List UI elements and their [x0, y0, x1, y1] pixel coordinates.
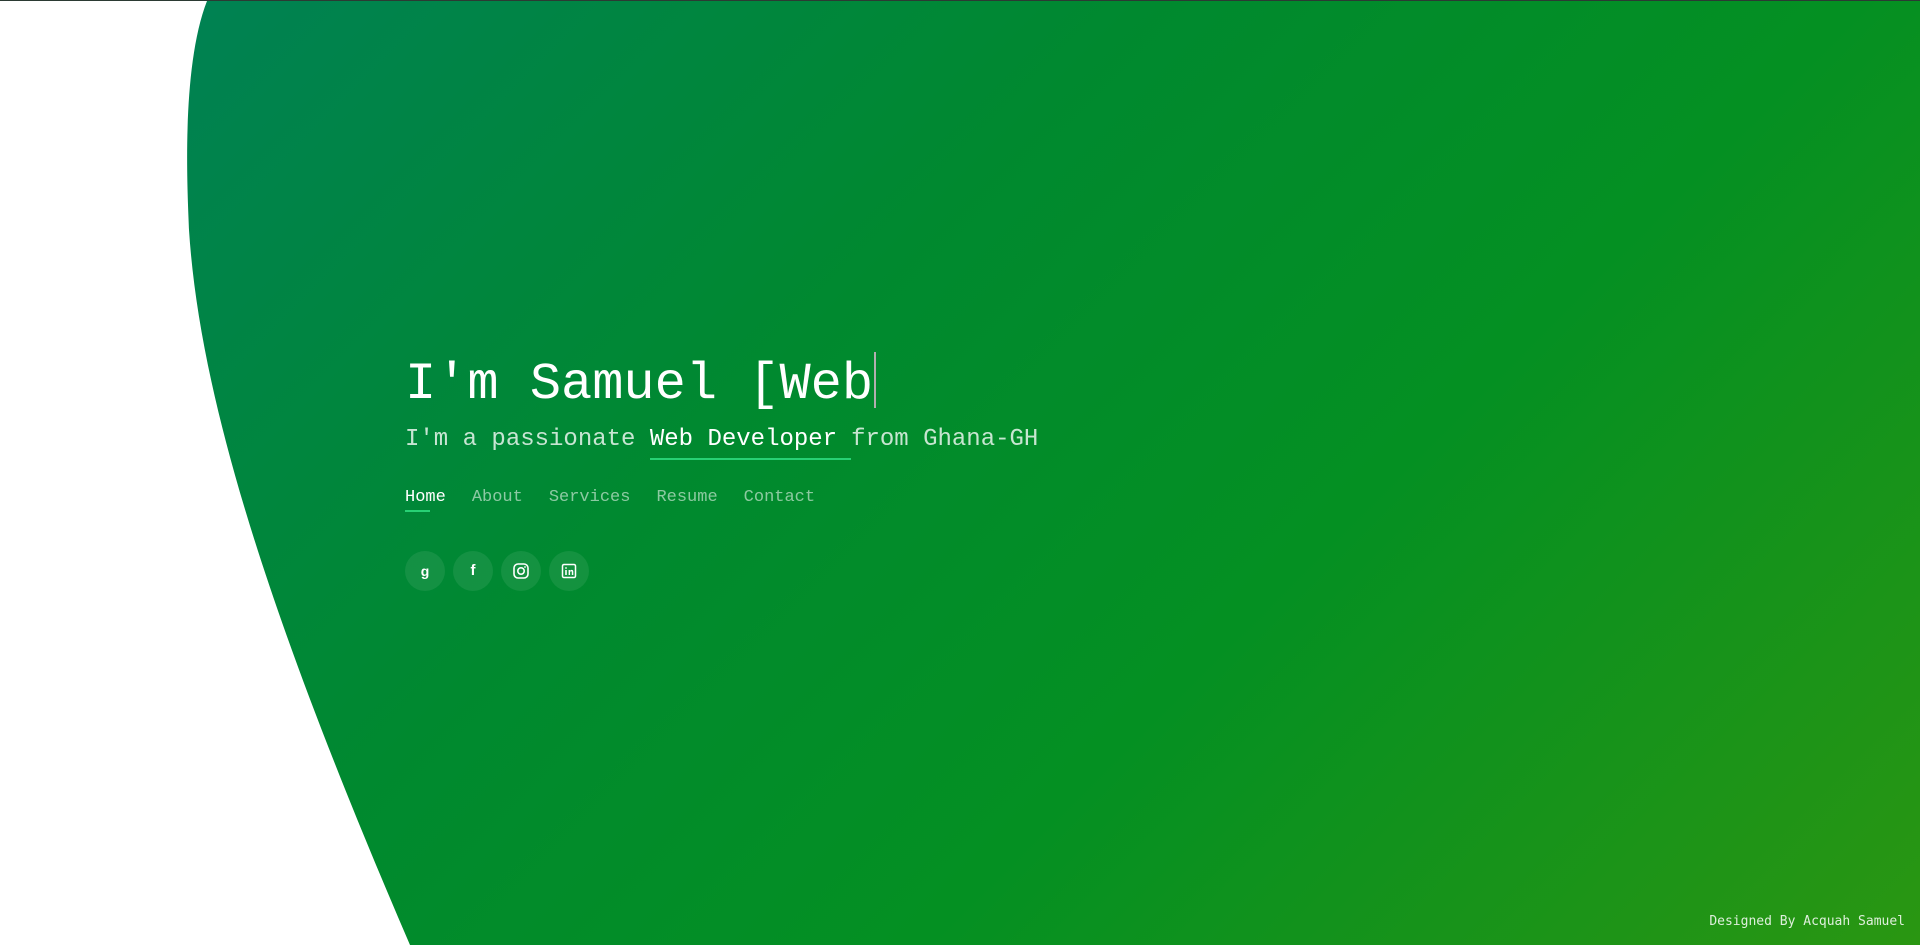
- nav-item-contact[interactable]: Contact: [744, 488, 815, 512]
- facebook-icon: f: [470, 562, 476, 579]
- facebook-button[interactable]: f: [453, 551, 493, 591]
- hero-headline-text: I'm Samuel [Web: [405, 355, 874, 414]
- page-background: I'm Samuel [Web I'm a passionate Web Dev…: [0, 0, 1920, 945]
- linkedin-icon: [561, 563, 577, 579]
- footer-credit: Designed By Acquah Samuel: [1709, 914, 1905, 929]
- hero-tagline: I'm a passionate Web Developer from Ghana…: [405, 424, 1038, 460]
- nav-item-home[interactable]: Home: [405, 488, 446, 512]
- tagline-role: Web Developer: [649, 424, 852, 460]
- green-gradient-shape: [0, 0, 1920, 945]
- tagline-prefix: I'm a passionate: [405, 426, 636, 453]
- instagram-icon: [513, 563, 529, 579]
- nav-item-about[interactable]: About: [472, 488, 523, 512]
- typing-caret: [874, 352, 877, 408]
- google-plus-button[interactable]: g: [405, 551, 445, 591]
- main-nav: Home About Services Resume Contact: [405, 488, 841, 512]
- nav-item-services[interactable]: Services: [549, 488, 631, 512]
- top-border: [0, 0, 1920, 1]
- linkedin-button[interactable]: [549, 551, 589, 591]
- nav-item-resume[interactable]: Resume: [656, 488, 717, 512]
- social-links: g f: [405, 551, 597, 591]
- google-plus-icon: g: [420, 563, 430, 579]
- tagline-suffix: from Ghana-GH: [851, 426, 1039, 453]
- hero-headline: I'm Samuel [Web: [405, 352, 877, 415]
- instagram-button[interactable]: [501, 551, 541, 591]
